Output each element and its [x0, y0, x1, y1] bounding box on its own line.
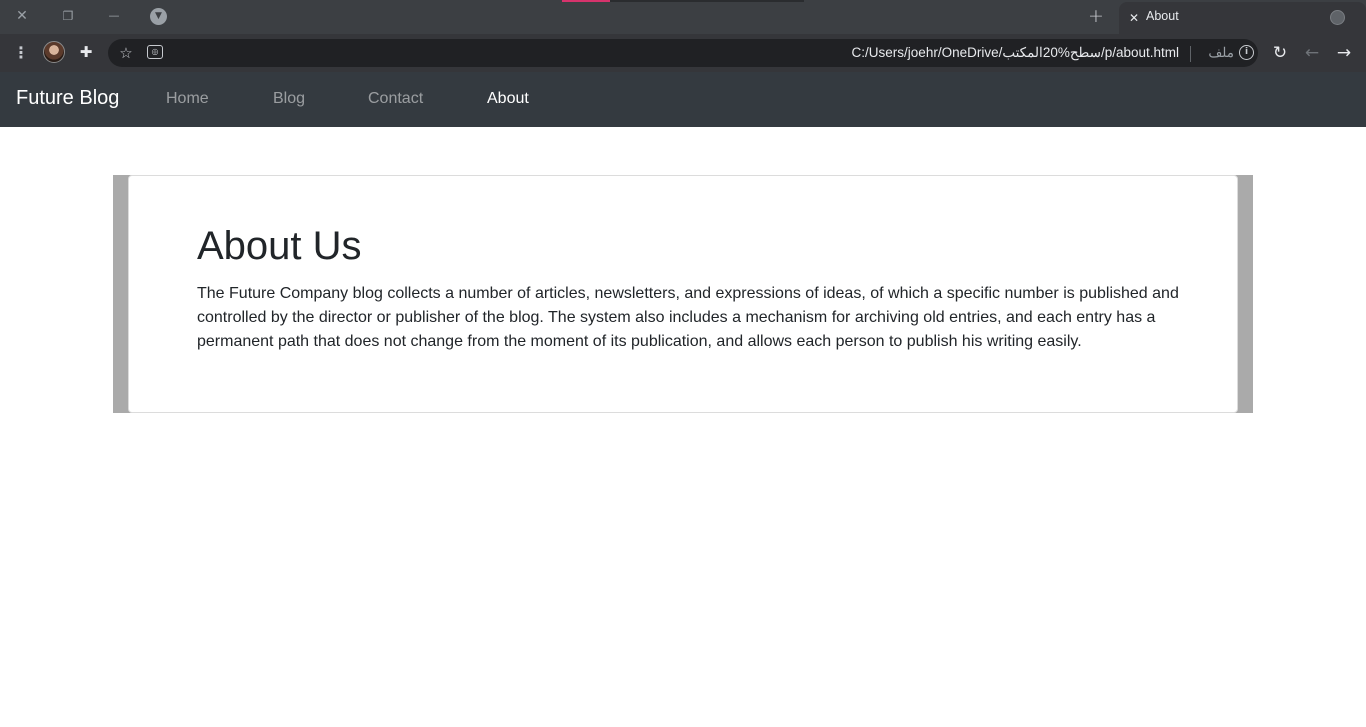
- lens-icon[interactable]: ◎: [147, 45, 163, 59]
- nav-link-about[interactable]: About: [487, 90, 529, 108]
- site-navbar: Future Blog Home Blog Contact About: [0, 72, 1366, 127]
- new-tab-button[interactable]: +: [1086, 6, 1106, 26]
- bookmark-star-icon[interactable]: ☆: [116, 42, 136, 64]
- tab-close-icon[interactable]: ✕: [1127, 8, 1141, 28]
- nav-link-home[interactable]: Home: [166, 90, 209, 108]
- content-container: About Us The Future Company blog collect…: [113, 175, 1253, 413]
- address-bar[interactable]: ☆ ◎ C:/Users/joehr/OneDrive/سطح%20المكتب…: [108, 39, 1258, 67]
- scheme-label: ملف: [1208, 45, 1234, 60]
- about-card: About Us The Future Company blog collect…: [128, 175, 1238, 413]
- restore-window-icon[interactable]: ❐: [58, 6, 78, 26]
- reload-icon[interactable]: ↻: [1269, 42, 1291, 64]
- url-divider: [1190, 46, 1191, 62]
- forward-arrow-icon[interactable]: →: [1333, 42, 1355, 64]
- tab-title: About: [1146, 9, 1179, 23]
- loading-indicator: [562, 0, 804, 2]
- close-window-icon[interactable]: ✕: [12, 6, 32, 26]
- back-arrow-icon[interactable]: ←: [1301, 42, 1323, 64]
- browser-toolbar: ⋮ ✚ ☆ ◎ C:/Users/joehr/OneDrive/سطح%20ال…: [0, 34, 1366, 72]
- nav-link-blog[interactable]: Blog: [273, 90, 305, 108]
- site-brand[interactable]: Future Blog: [16, 87, 119, 110]
- menu-icon[interactable]: ⋮: [13, 43, 29, 63]
- url-text[interactable]: C:/Users/joehr/OneDrive/سطح%20المكتب/p/a…: [852, 45, 1179, 61]
- profile-avatar[interactable]: [43, 41, 65, 63]
- extensions-icon[interactable]: ✚: [76, 42, 96, 62]
- page-title: About Us: [197, 224, 362, 268]
- tab-search-icon[interactable]: ▼: [150, 8, 167, 25]
- browser-tab-strip: ✕ ❐ — ▼ + ✕ About: [0, 0, 1366, 34]
- nav-link-contact[interactable]: Contact: [368, 90, 423, 108]
- about-description: The Future Company blog collects a numbe…: [197, 285, 1179, 350]
- globe-icon: [1330, 10, 1345, 25]
- minimize-window-icon[interactable]: —: [104, 6, 124, 26]
- info-icon[interactable]: i: [1239, 45, 1254, 60]
- tab-about[interactable]: ✕ About: [1119, 2, 1366, 34]
- loading-indicator-fill: [562, 0, 610, 2]
